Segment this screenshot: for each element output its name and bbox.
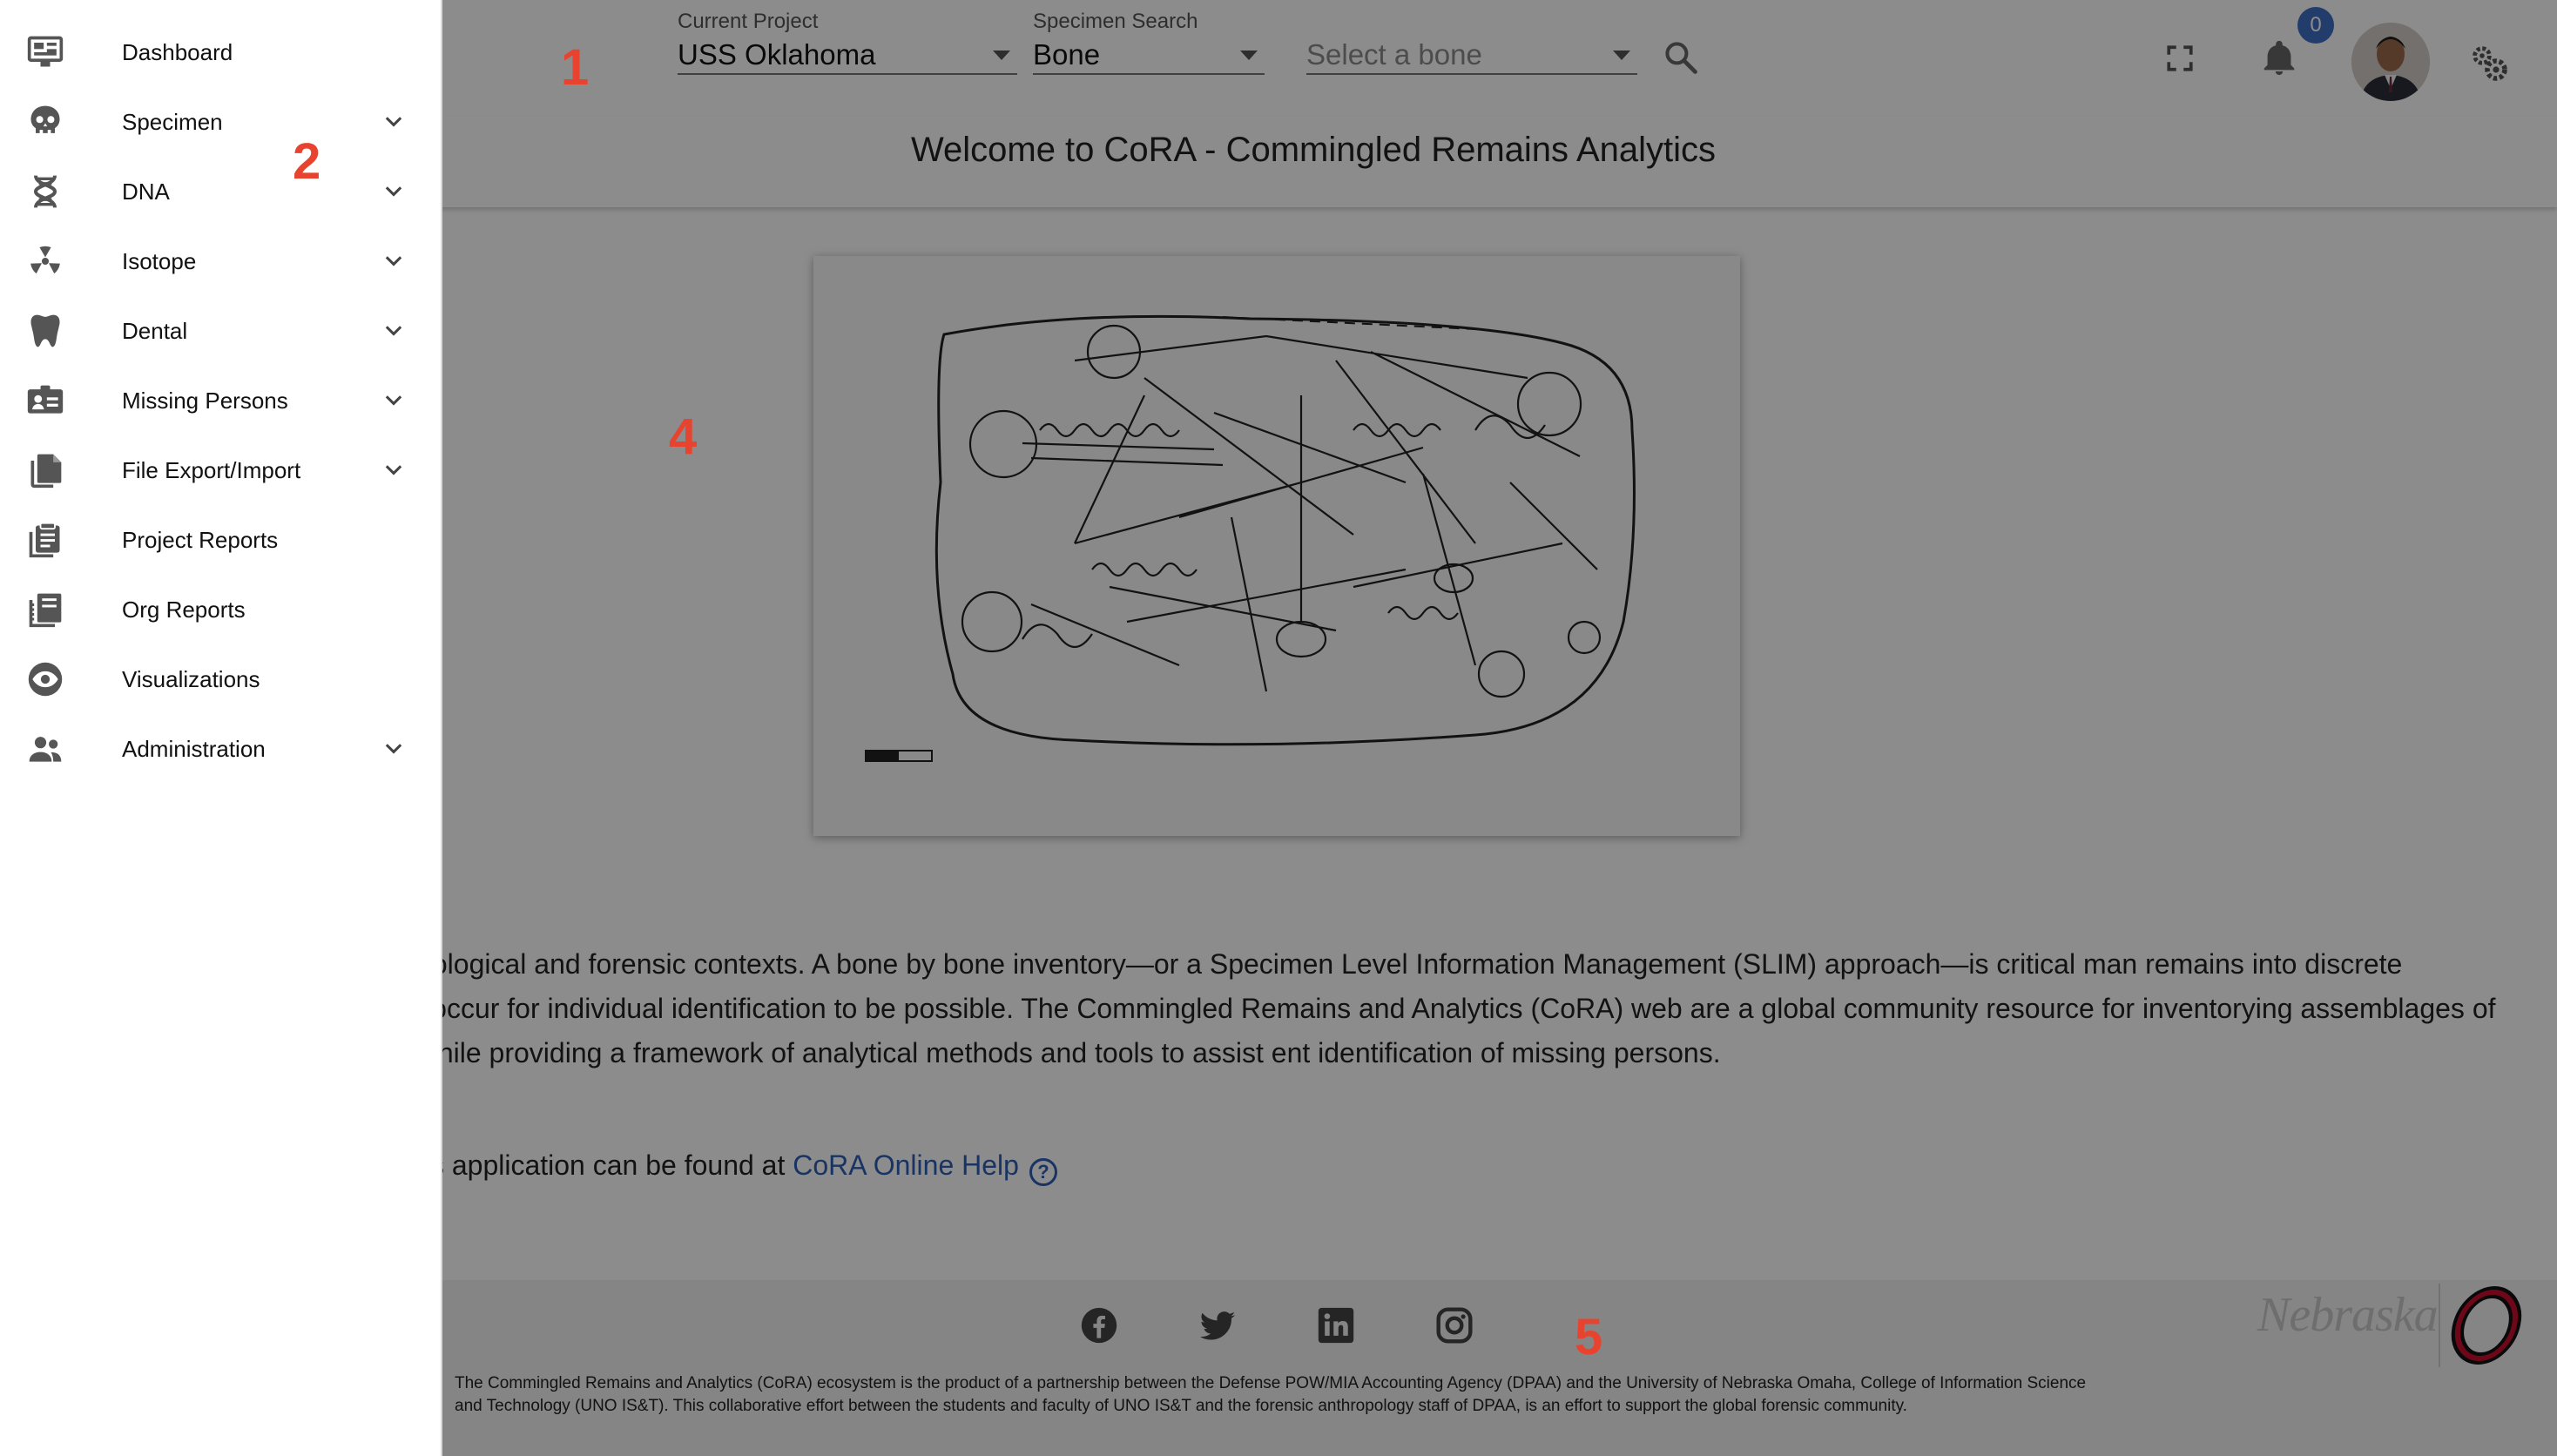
sidebar-item-label: Dashboard xyxy=(122,39,233,65)
chevron-down-icon[interactable] xyxy=(381,458,406,482)
book-icon xyxy=(29,593,62,628)
side-navigation-drawer: Dashboard Specimen DNA Isotope Dental Mi… xyxy=(0,0,442,1456)
sidebar-item-label: Administration xyxy=(122,736,266,762)
sidebar-item-missing-persons[interactable]: Missing Persons xyxy=(0,366,442,435)
dna-icon xyxy=(33,175,57,208)
sidebar-item-project-reports[interactable]: Project Reports xyxy=(0,505,442,575)
sidebar-item-isotope[interactable]: Isotope xyxy=(0,226,442,296)
callout-1: 1 xyxy=(561,39,590,96)
sidebar-item-file-export-import[interactable]: File Export/Import xyxy=(0,435,442,505)
tooth-icon xyxy=(30,314,60,347)
clipboard-icon xyxy=(29,522,60,558)
callout-4: 4 xyxy=(669,408,698,465)
callout-5: 5 xyxy=(1575,1309,1603,1365)
sidebar-item-org-reports[interactable]: Org Reports xyxy=(0,575,442,644)
sidebar-item-visualizations[interactable]: Visualizations xyxy=(0,644,442,714)
sidebar-item-label: DNA xyxy=(122,179,170,205)
chevron-down-icon[interactable] xyxy=(381,249,406,273)
sidebar-item-specimen[interactable]: Specimen xyxy=(0,87,442,157)
chevron-down-icon[interactable] xyxy=(381,319,406,343)
sidebar-item-label: Specimen xyxy=(122,109,223,135)
sidebar-item-label: Missing Persons xyxy=(122,388,288,414)
sidebar-item-label: File Export/Import xyxy=(122,457,301,483)
sidebar-item-label: Project Reports xyxy=(122,527,279,553)
sidebar-item-dashboard[interactable]: Dashboard xyxy=(0,17,442,87)
chevron-down-icon[interactable] xyxy=(381,388,406,413)
people-icon xyxy=(29,737,62,762)
eye-icon xyxy=(28,662,63,697)
chevron-down-icon[interactable] xyxy=(381,179,406,204)
sidebar-item-administration[interactable]: Administration xyxy=(0,714,442,784)
files-icon xyxy=(30,454,62,489)
dashboard-icon xyxy=(27,36,64,67)
sidebar-item-dental[interactable]: Dental xyxy=(0,296,442,366)
sidebar-item-dna[interactable]: DNA xyxy=(0,157,442,226)
chevron-down-icon[interactable] xyxy=(381,737,406,761)
sidebar-item-label: Visualizations xyxy=(122,666,260,692)
sidebar-item-label: Dental xyxy=(122,318,188,344)
sidebar-item-label: Isotope xyxy=(122,248,197,274)
skull-icon xyxy=(30,105,60,133)
chevron-down-icon[interactable] xyxy=(381,110,406,134)
callout-2: 2 xyxy=(293,133,321,190)
radiation-icon xyxy=(30,246,60,274)
id-card-icon xyxy=(27,385,64,414)
sidebar-item-label: Org Reports xyxy=(122,597,246,623)
